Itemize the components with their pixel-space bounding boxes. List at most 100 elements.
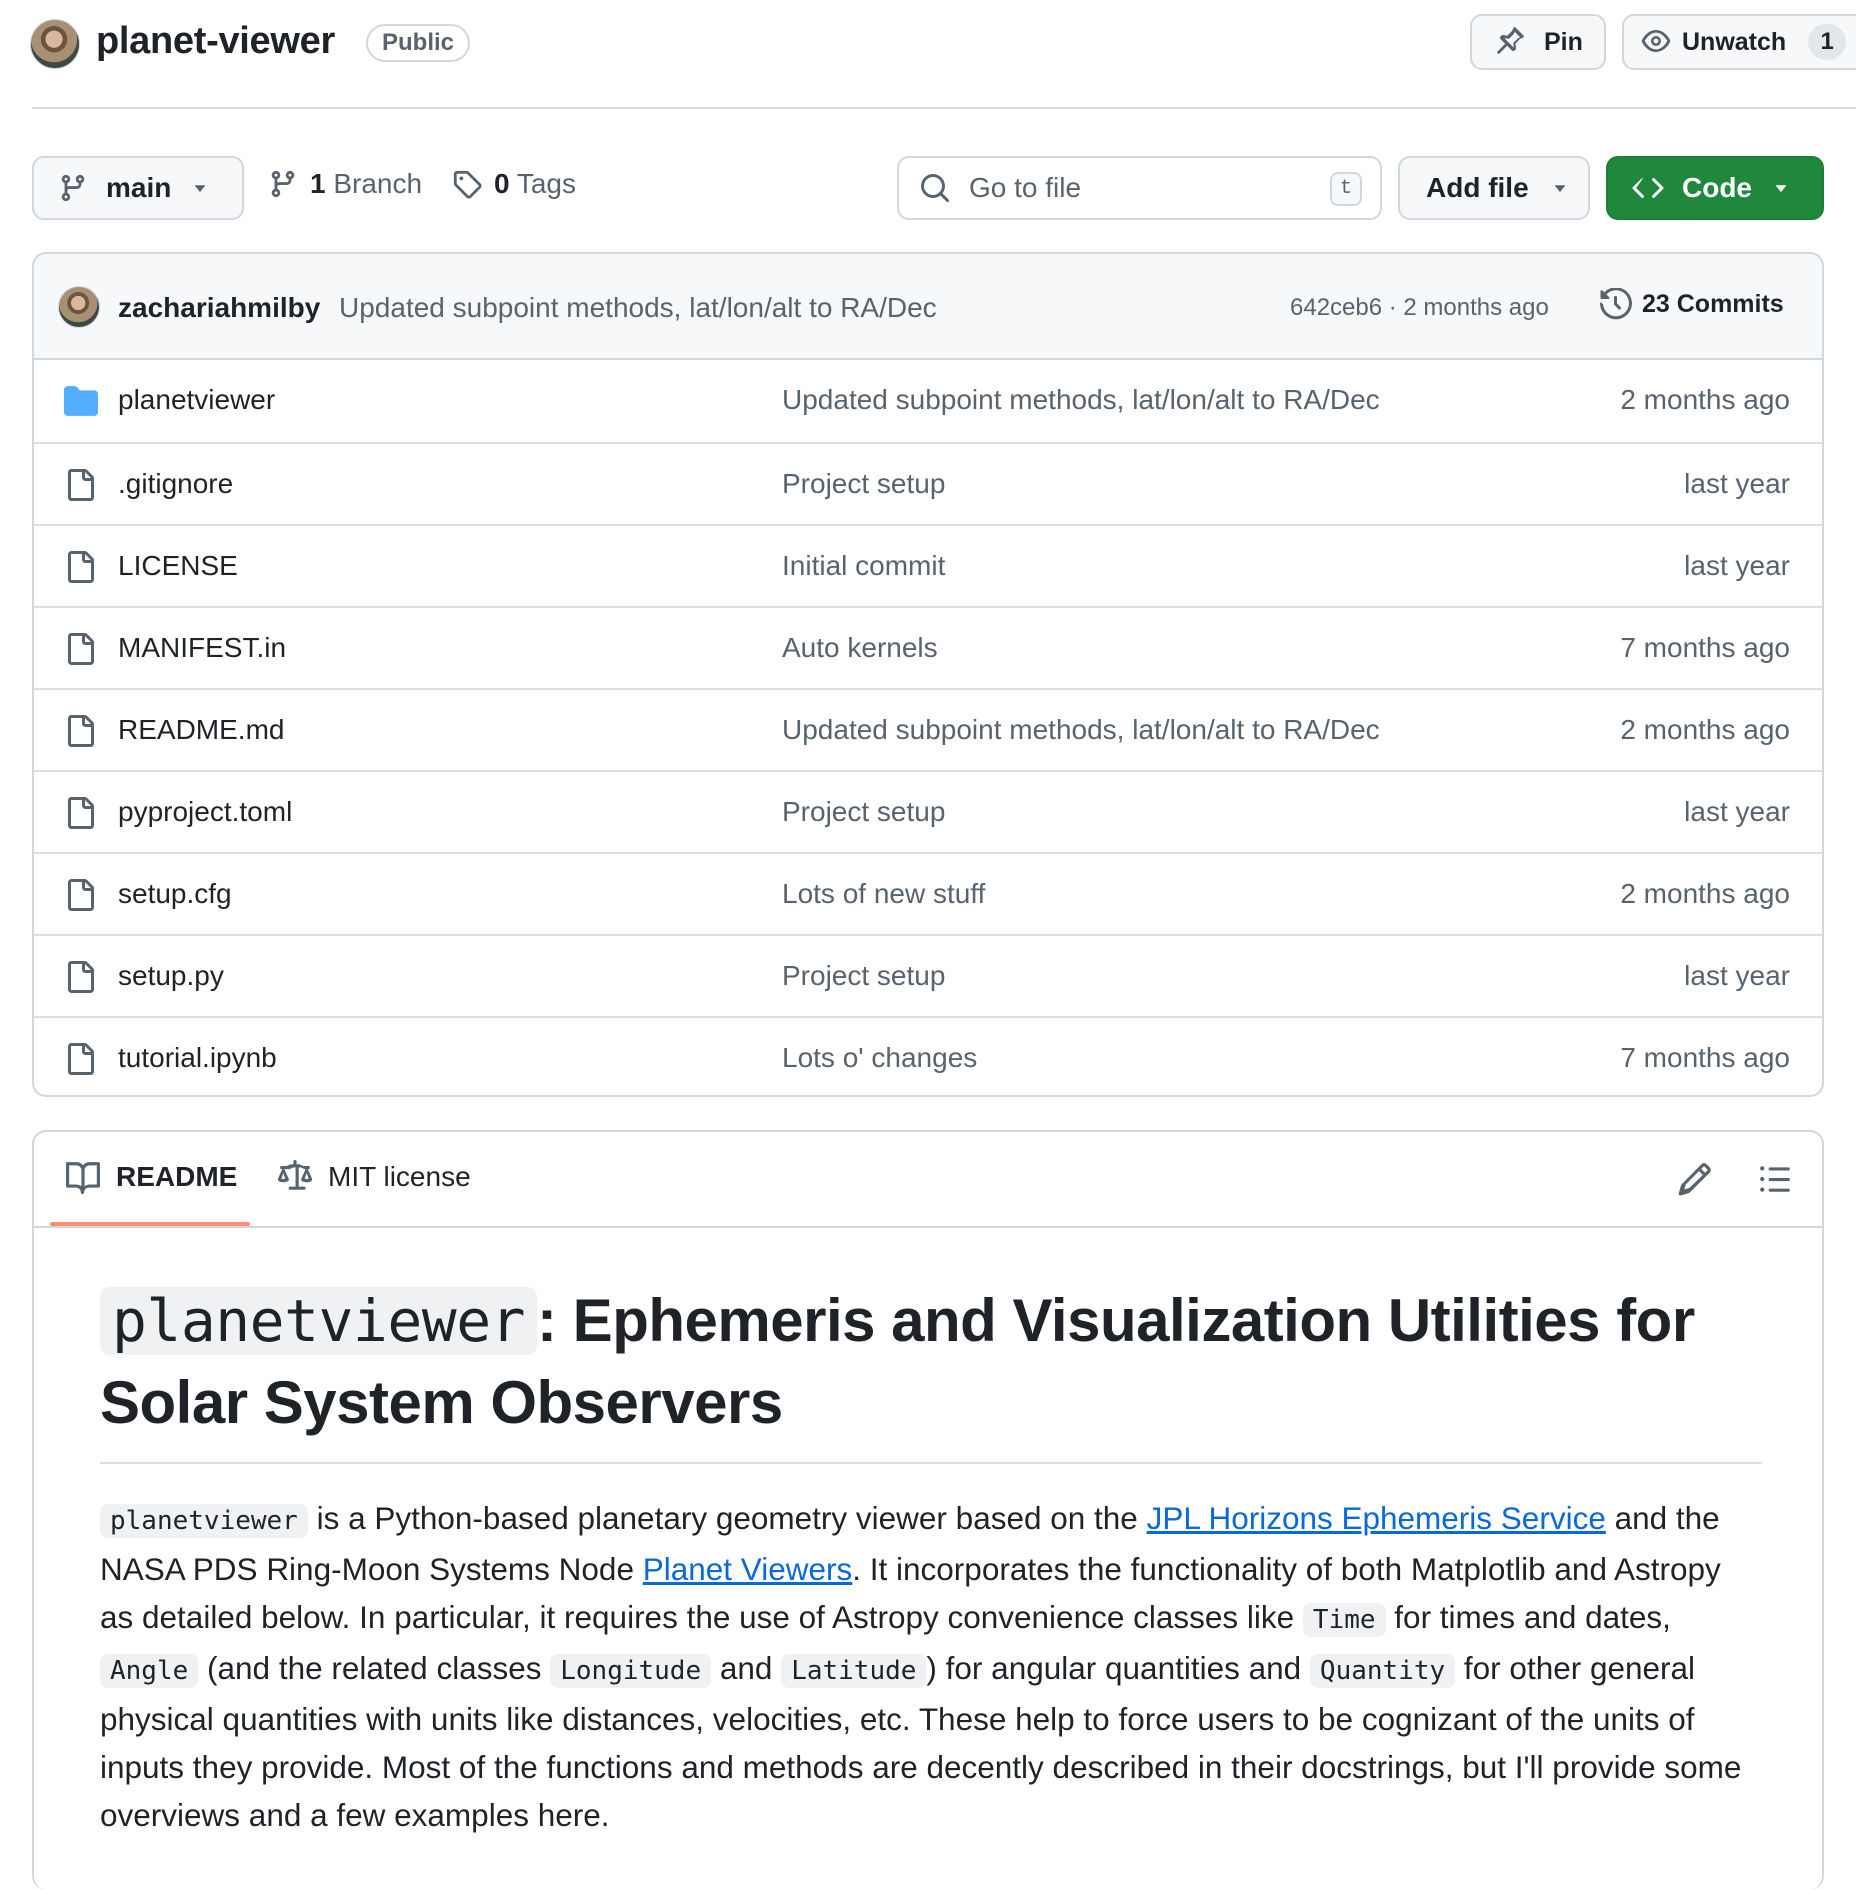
branch-select-button[interactable]: main	[32, 156, 244, 220]
link-planet-viewers[interactable]: Planet Viewers	[643, 1551, 853, 1587]
chevron-down-icon	[1549, 177, 1571, 199]
file-commit-message[interactable]: Updated subpoint methods, lat/lon/alt to…	[782, 384, 1380, 416]
file-icon	[64, 1042, 96, 1076]
file-icon	[64, 632, 96, 666]
repo-header: planet-viewer Public Pin Unwatch 1	[0, 0, 1856, 109]
visibility-badge: Public	[366, 24, 471, 62]
file-commit-date: 2 months ago	[1620, 878, 1790, 909]
file-commit-message[interactable]: Updated subpoint methods, lat/lon/alt to…	[782, 714, 1380, 746]
paragraph-text: (and the related classes	[198, 1650, 551, 1686]
file-commit-message[interactable]: Project setup	[782, 468, 945, 500]
file-commit-date: 2 months ago	[1620, 714, 1790, 745]
heading-code: planetviewer	[100, 1287, 538, 1355]
book-icon	[66, 1160, 100, 1194]
tab-license-label: MIT license	[328, 1161, 471, 1192]
file-icon	[64, 550, 96, 584]
list-toc-icon[interactable]	[1758, 1162, 1792, 1196]
watch-count: 1	[1808, 24, 1847, 60]
file-commit-message[interactable]: Project setup	[782, 796, 945, 828]
tab-readme[interactable]: README	[66, 1160, 237, 1194]
paragraph-text: is a Python-based planetary geometry vie…	[307, 1500, 1147, 1536]
owner-avatar[interactable]	[30, 19, 80, 69]
file-commit-message[interactable]: Auto kernels	[782, 632, 938, 664]
tab-license[interactable]: MIT license	[278, 1160, 471, 1194]
chevron-down-icon	[189, 177, 211, 199]
paragraph-text: ) for angular quantities and	[926, 1650, 1310, 1686]
file-commit-message[interactable]: Initial commit	[782, 550, 945, 582]
tags-link[interactable]: 0 Tags	[452, 168, 576, 200]
file-commit-date: 7 months ago	[1620, 632, 1790, 663]
branch-name: main	[106, 172, 172, 203]
unwatch-button[interactable]: Unwatch 1	[1622, 14, 1856, 70]
add-file-label: Add file	[1426, 172, 1529, 203]
inline-code: Latitude	[781, 1654, 927, 1688]
code-icon	[1632, 172, 1664, 204]
chevron-down-icon	[1770, 177, 1792, 199]
tag-icon	[452, 169, 482, 199]
file-row[interactable]: .gitignore Project setup last year	[34, 442, 1822, 524]
law-scale-icon	[278, 1160, 312, 1194]
commits-history-link[interactable]: 23 Commits	[1600, 288, 1784, 320]
file-row[interactable]: setup.py Project setup last year	[34, 934, 1822, 1016]
eye-icon	[1640, 26, 1672, 58]
file-name-link[interactable]: README.md	[118, 714, 284, 746]
commit-author-avatar[interactable]	[58, 286, 100, 328]
file-name-link[interactable]: setup.cfg	[118, 878, 232, 910]
file-commit-date: last year	[1684, 796, 1790, 827]
commit-message[interactable]: Updated subpoint methods, lat/lon/alt to…	[339, 292, 937, 324]
latest-commit-bar: zachariahmilby Updated subpoint methods,…	[34, 254, 1822, 360]
branch-label: Branch	[333, 168, 423, 199]
file-commit-message[interactable]: Project setup	[782, 960, 945, 992]
file-name-link[interactable]: LICENSE	[118, 550, 238, 582]
commits-count: 23 Commits	[1642, 289, 1784, 318]
file-row[interactable]: setup.cfg Lots of new stuff 2 months ago	[34, 852, 1822, 934]
branches-link[interactable]: 1 Branch	[268, 168, 422, 200]
file-row[interactable]: LICENSE Initial commit last year	[34, 524, 1822, 606]
git-branch-icon	[58, 173, 88, 203]
inline-code: Angle	[100, 1654, 199, 1688]
repo-name[interactable]: planet-viewer	[96, 20, 335, 63]
tag-count: 0	[494, 168, 510, 199]
link-jpl-horizons[interactable]: JPL Horizons Ephemeris Service	[1147, 1500, 1606, 1536]
file-commit-date: 2 months ago	[1620, 384, 1790, 415]
file-icon	[64, 960, 96, 994]
file-row[interactable]: README.md Updated subpoint methods, lat/l…	[34, 688, 1822, 770]
pin-icon	[1494, 26, 1526, 58]
code-label: Code	[1682, 172, 1752, 203]
paragraph-text: for times and dates,	[1385, 1599, 1671, 1635]
add-file-button[interactable]: Add file	[1398, 156, 1590, 220]
pencil-icon[interactable]	[1678, 1162, 1712, 1196]
file-commit-date: 7 months ago	[1620, 1042, 1790, 1073]
file-icon	[64, 468, 96, 502]
inline-code: planetviewer	[100, 1504, 308, 1538]
readme-tabs: README MIT license	[34, 1132, 1822, 1228]
search-icon	[919, 172, 951, 204]
commit-author[interactable]: zachariahmilby	[118, 292, 320, 324]
file-name-link[interactable]: tutorial.ipynb	[118, 1042, 277, 1074]
shortcut-key: t	[1330, 172, 1362, 206]
file-row[interactable]: tutorial.ipynb Lots o' changes 7 months ag…	[34, 1016, 1822, 1095]
header-divider	[32, 107, 1856, 109]
inline-code: Longitude	[550, 1654, 712, 1688]
file-row[interactable]: pyproject.toml Project setup last year	[34, 770, 1822, 852]
file-row[interactable]: MANIFEST.in Auto kernels 7 months ago	[34, 606, 1822, 688]
commit-hash-time[interactable]: 642ceb6 · 2 months ago	[1290, 294, 1549, 322]
git-branch-icon	[268, 169, 298, 199]
file-name-link[interactable]: planetviewer	[118, 384, 275, 416]
file-name-link[interactable]: .gitignore	[118, 468, 233, 500]
file-commit-message[interactable]: Lots of new stuff	[782, 878, 985, 910]
file-row[interactable]: planetviewer Updated subpoint methods, la…	[34, 360, 1822, 442]
file-commit-message[interactable]: Lots o' changes	[782, 1042, 977, 1074]
file-icon	[64, 878, 96, 912]
paragraph-text: and	[711, 1650, 782, 1686]
inline-code: Time	[1302, 1603, 1386, 1637]
go-to-file-input[interactable]: Go to file t	[897, 156, 1382, 220]
folder-icon	[64, 384, 98, 418]
inline-code: Quantity	[1309, 1654, 1456, 1688]
file-name-link[interactable]: setup.py	[118, 960, 224, 992]
pin-button[interactable]: Pin	[1470, 14, 1606, 70]
file-name-link[interactable]: MANIFEST.in	[118, 632, 286, 664]
code-button[interactable]: Code	[1606, 156, 1824, 220]
file-name-link[interactable]: pyproject.toml	[118, 796, 292, 828]
readme-paragraph: planetviewer is a Python-based planetary…	[100, 1494, 1762, 1839]
